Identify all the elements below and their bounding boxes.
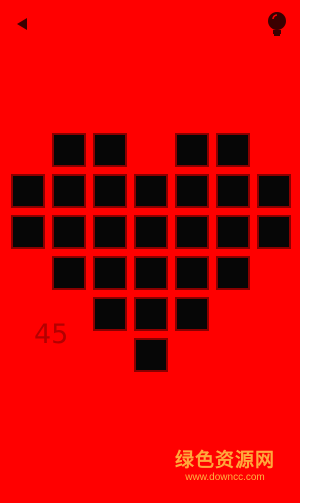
tile-r3-c3[interactable] <box>134 256 168 290</box>
tile-r2-c2[interactable] <box>93 215 127 249</box>
tile-r2-c1[interactable] <box>52 215 86 249</box>
tile-r5-c3[interactable] <box>134 338 168 372</box>
tile-r0-c4[interactable] <box>175 133 209 167</box>
site-watermark: 绿色资源网 www.downcc.com <box>150 449 300 485</box>
tile-r1-c1[interactable] <box>52 174 86 208</box>
tile-r2-c6[interactable] <box>257 215 291 249</box>
tile-r2-c0[interactable] <box>11 215 45 249</box>
watermark-url: www.downcc.com <box>185 472 265 483</box>
tile-r1-c5[interactable] <box>216 174 250 208</box>
tile-r4-c2[interactable] <box>93 297 127 331</box>
tile-r1-c6[interactable] <box>257 174 291 208</box>
watermark-name: 绿色资源网 <box>174 449 275 471</box>
tile-r0-c1[interactable] <box>52 133 86 167</box>
tile-r0-c5[interactable] <box>216 133 250 167</box>
game-screen: 45 绿色资源网 www.downcc.com <box>0 0 300 503</box>
tile-r3-c5[interactable] <box>216 256 250 290</box>
tile-r1-c2[interactable] <box>93 174 127 208</box>
tile-r2-c5[interactable] <box>216 215 250 249</box>
tile-r2-c4[interactable] <box>175 215 209 249</box>
tile-r1-c4[interactable] <box>175 174 209 208</box>
tile-r0-c2[interactable] <box>93 133 127 167</box>
tile-r2-c3[interactable] <box>134 215 168 249</box>
tile-r3-c1[interactable] <box>52 256 86 290</box>
tile-r4-c4[interactable] <box>175 297 209 331</box>
tile-r1-c0[interactable] <box>11 174 45 208</box>
tile-r4-c3[interactable] <box>134 297 168 331</box>
tile-r3-c2[interactable] <box>93 256 127 290</box>
move-counter: 45 <box>34 319 69 350</box>
tile-r1-c3[interactable] <box>134 174 168 208</box>
tile-r3-c4[interactable] <box>175 256 209 290</box>
heart-tile-board <box>0 0 300 503</box>
